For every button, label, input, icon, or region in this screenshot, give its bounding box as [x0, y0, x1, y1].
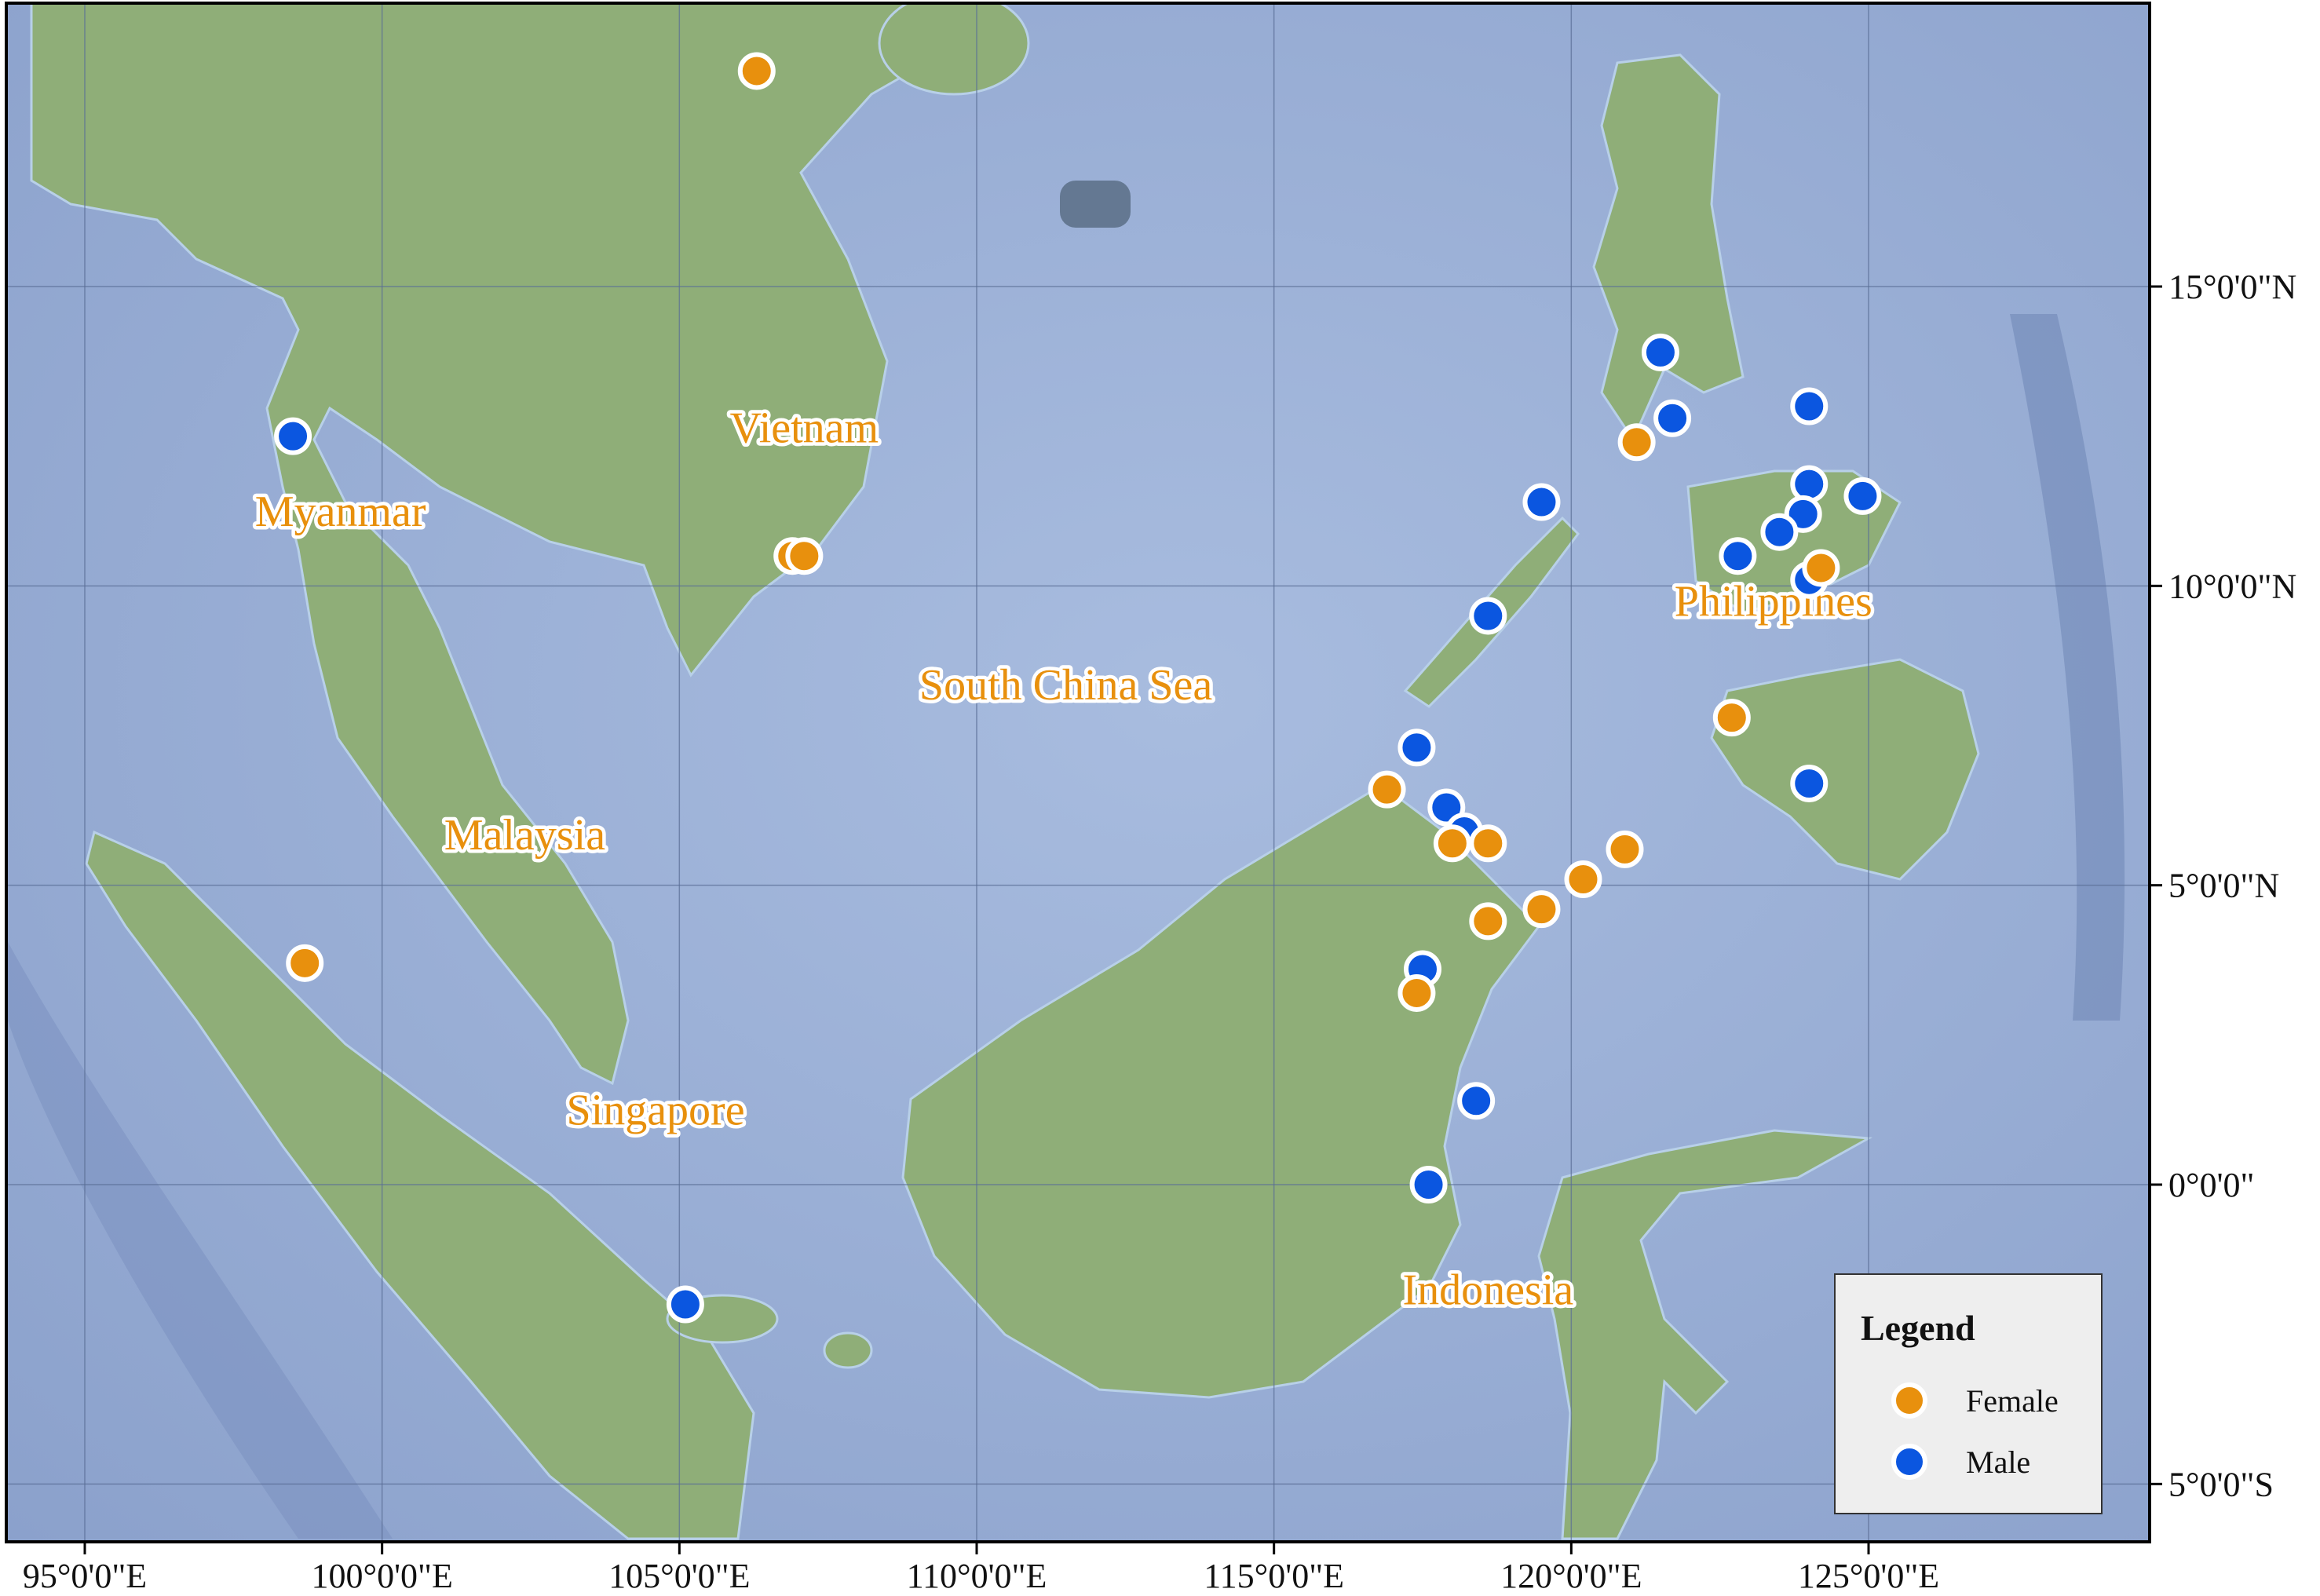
latitude-tick-labels: 15°0'0"N 10°0'0"N 5°0'0"N 0°0'0" 5°0'0"S — [2150, 268, 2296, 1503]
sample-point-female — [1522, 890, 1561, 929]
legend-female-marker — [1891, 1382, 1927, 1419]
reef-paracel — [1060, 181, 1131, 228]
singapore-label: Singapore — [567, 1087, 745, 1135]
lon-tick-label: 115°0'0"E — [1204, 1557, 1344, 1595]
sample-point-male — [1469, 597, 1507, 635]
sample-point-male — [1397, 729, 1436, 767]
legend-female-label: Female — [1966, 1383, 2059, 1419]
legend-male-marker — [1891, 1444, 1927, 1480]
land-belitung — [823, 1331, 873, 1369]
sample-point-female — [1606, 830, 1644, 868]
legend-title: Legend — [1861, 1308, 1975, 1348]
sample-point-male — [1790, 765, 1829, 803]
sample-point-female — [1469, 824, 1507, 863]
lon-tick-label: 125°0'0"E — [1798, 1557, 1939, 1595]
legend-male-label: Male — [1966, 1444, 2030, 1480]
sample-point-female — [1368, 770, 1406, 809]
south-china-sea-label: South China Sea — [919, 661, 1212, 710]
sample-point-female — [785, 537, 824, 575]
sample-point-female — [1469, 902, 1507, 940]
sample-point-male — [666, 1285, 704, 1324]
sample-point-female — [1397, 973, 1436, 1012]
philippines-label: Philippines — [1675, 577, 1872, 626]
lon-tick-label: 100°0'0"E — [311, 1557, 452, 1595]
land-hainan — [878, 3, 1030, 96]
sample-point-male — [274, 417, 312, 455]
sample-point-male — [1641, 333, 1679, 371]
sample-point-female — [1802, 549, 1840, 587]
indonesia-label: Indonesia — [1402, 1266, 1573, 1315]
lat-tick-label: 5°0'0"S — [2168, 1465, 2274, 1503]
vietnam-label: Vietnam — [730, 404, 879, 452]
lat-tick-label: 10°0'0"N — [2168, 567, 2296, 605]
sample-point-male — [1790, 465, 1829, 503]
legend: Legend Female Male — [1834, 1273, 2103, 1514]
lon-tick-label: 120°0'0"E — [1500, 1557, 1642, 1595]
sample-point-female — [737, 52, 776, 90]
sample-point-male — [1790, 387, 1829, 425]
sample-point-male — [1760, 513, 1799, 551]
sample-point-male — [1409, 1166, 1448, 1203]
map-figure: Vietnam Myanmar Philippines South China Sea… — [5, 2, 2296, 1595]
lon-tick-label: 110°0'0"E — [907, 1557, 1047, 1595]
sample-point-female — [1617, 423, 1656, 462]
sample-point-male — [1522, 483, 1561, 521]
lat-tick-label: 5°0'0"N — [2168, 867, 2279, 905]
lat-tick-label: 15°0'0"N — [2168, 268, 2296, 306]
sample-point-male — [1843, 477, 1882, 515]
map-canvas: Vietnam Myanmar Philippines South China Sea… — [6, 3, 2150, 1542]
lat-tick-label: 0°0'0" — [2168, 1166, 2254, 1204]
sample-point-female — [286, 944, 324, 982]
lon-tick-label: 95°0'0"E — [23, 1557, 147, 1595]
myanmar-label: Myanmar — [255, 488, 426, 536]
sample-point-female — [1712, 699, 1751, 737]
sample-point-female — [1433, 824, 1471, 863]
lon-tick-label: 105°0'0"E — [608, 1557, 750, 1595]
longitude-tick-labels: 95°0'0"E 100°0'0"E 105°0'0"E 110°0'0"E 115°0… — [23, 1542, 1939, 1595]
sample-point-male — [1653, 399, 1692, 437]
sample-point-male — [1719, 537, 1757, 575]
sample-point-female — [1564, 860, 1602, 899]
malaysia-label: Malaysia — [444, 811, 605, 860]
sample-point-male — [1457, 1082, 1496, 1120]
